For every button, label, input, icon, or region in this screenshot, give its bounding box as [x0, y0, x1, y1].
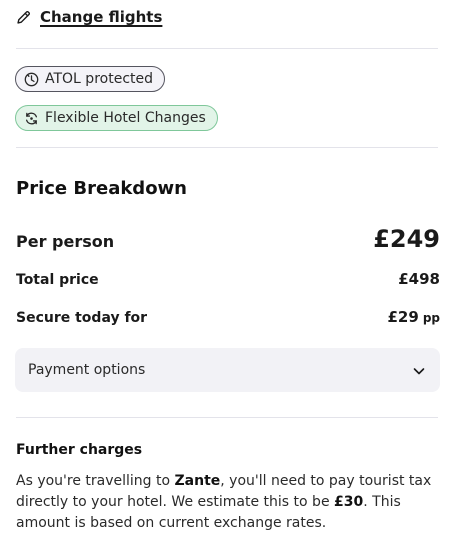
change-flights-link[interactable]: Change flights [16, 8, 162, 26]
refresh-icon [24, 111, 39, 126]
further-charges-title: Further charges [16, 442, 143, 458]
payment-options-dropdown[interactable]: Payment options [15, 348, 440, 392]
total-price-row: Total price £498 [16, 270, 440, 288]
atol-badge-label: ATOL protected [45, 71, 154, 87]
further-text-1: As you're travelling to [16, 473, 175, 489]
per-person-row: Per person £249 [16, 225, 440, 253]
per-person-label: Per person [16, 232, 115, 251]
chevron-down-icon [412, 363, 426, 377]
total-price-value: £498 [398, 270, 440, 288]
pencil-icon [16, 10, 31, 25]
per-person-value: £249 [373, 225, 440, 253]
tourist-tax-amount: £30 [334, 494, 364, 510]
atol-icon [24, 72, 39, 87]
secure-today-amount: £29 [387, 308, 419, 326]
divider [16, 48, 438, 49]
price-breakdown-title: Price Breakdown [16, 178, 187, 199]
secure-today-suffix: pp [422, 311, 440, 325]
divider [16, 417, 438, 418]
divider [16, 147, 438, 148]
secure-today-row: Secure today for £29 pp [16, 308, 440, 326]
payment-options-label: Payment options [28, 362, 146, 378]
secure-today-label: Secure today for [16, 310, 148, 326]
flexible-hotel-badge: Flexible Hotel Changes [15, 105, 218, 131]
further-charges-text: As you're travelling to Zante, you'll ne… [16, 471, 440, 534]
secure-today-value: £29 pp [388, 308, 441, 326]
atol-badge: ATOL protected [15, 66, 166, 92]
destination-name: Zante [174, 473, 221, 489]
flexible-hotel-badge-label: Flexible Hotel Changes [45, 110, 206, 126]
total-price-label: Total price [16, 272, 99, 288]
change-flights-label: Change flights [40, 8, 163, 26]
